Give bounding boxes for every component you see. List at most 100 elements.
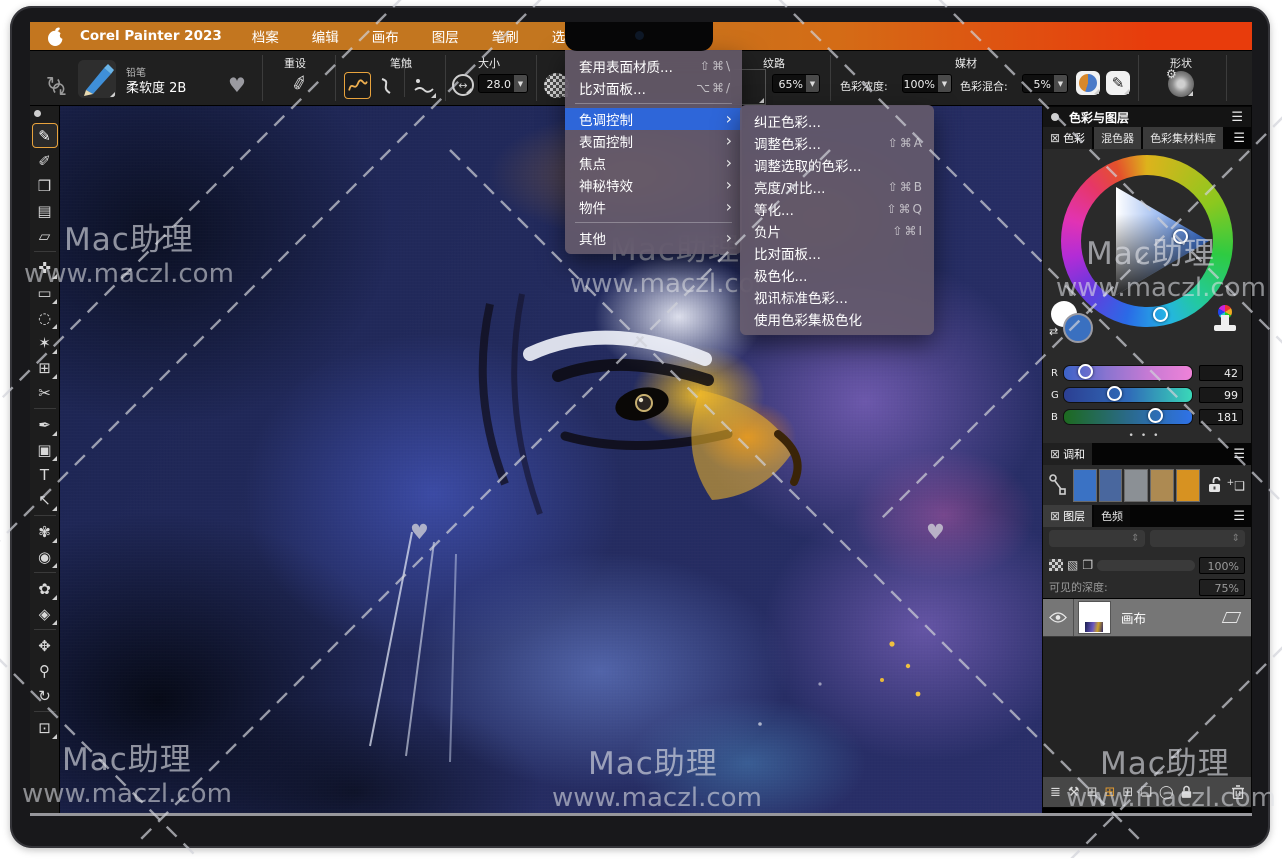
layer-opacity-value[interactable]: 100% <box>1199 557 1245 574</box>
new-group-icon[interactable]: ❏ <box>1140 786 1152 799</box>
blue-value[interactable]: 181 <box>1199 409 1243 425</box>
tool-smart-stroke[interactable]: ✾ <box>32 519 58 544</box>
dropdown-arrow-icon[interactable]: ▼ <box>938 75 951 92</box>
layer-mask-icon[interactable]: ◯ <box>1159 786 1174 799</box>
tool-rect-select[interactable]: ▭ <box>32 280 58 305</box>
tab-color-set[interactable]: 色彩集材料库 <box>1143 127 1223 149</box>
tool-navigator[interactable]: ⊡ <box>32 715 58 740</box>
menu-item-focus[interactable]: 焦点› <box>565 152 742 174</box>
apple-menu-icon[interactable] <box>46 26 66 48</box>
dropdown-arrow-icon[interactable]: ▼ <box>1054 75 1067 92</box>
menu-file[interactable]: 档案 <box>252 26 279 46</box>
unlock-icon[interactable] <box>1208 477 1221 493</box>
blue-slider[interactable] <box>1063 409 1193 425</box>
tool-shape-select[interactable]: ↖ <box>32 487 58 512</box>
submenu-item-match-palette[interactable]: 比对面板... <box>740 242 934 264</box>
red-value[interactable]: 42 <box>1199 365 1243 381</box>
size-icon[interactable]: ↔ <box>452 74 474 96</box>
harmony-swatch[interactable] <box>1150 469 1174 502</box>
color-panel-options-icon[interactable]: ☰ <box>1233 131 1251 146</box>
color-media-icon[interactable] <box>1076 71 1100 95</box>
close-panel-icon[interactable]: ⊠ <box>1050 509 1060 523</box>
close-panel-icon[interactable]: ⊠ <box>1050 447 1060 461</box>
green-slider[interactable] <box>1063 387 1193 403</box>
lock-layer-icon[interactable] <box>1181 785 1192 799</box>
menu-item-other[interactable]: 其他› <box>565 227 742 249</box>
freehand-stroke-button[interactable] <box>344 72 371 99</box>
panel-header[interactable]: 色彩与图层 ☰ <box>1043 107 1251 127</box>
menu-layers[interactable]: 图层 <box>432 26 459 46</box>
tool-pen[interactable]: ✒ <box>32 412 58 437</box>
layer-opacity-slider[interactable] <box>1097 560 1195 571</box>
menu-item-apply-surface-texture[interactable]: 套用表面材质...⇧⌘\ <box>565 55 742 77</box>
layer-row-canvas[interactable]: 画布 <box>1043 599 1251 637</box>
harmony-options-icon[interactable]: ☰ <box>1233 447 1251 462</box>
straight-stroke-button[interactable] <box>374 72 401 99</box>
duplicate-icon[interactable]: ❐ <box>1082 558 1093 572</box>
tool-text[interactable]: T <box>32 462 58 487</box>
menu-item-tonal-control[interactable]: 色调控制› <box>565 108 742 130</box>
tab-channels[interactable]: 色频 <box>1094 505 1130 527</box>
tool-brush[interactable]: ✎ <box>32 123 58 148</box>
hue-selector-knob[interactable] <box>1153 307 1168 322</box>
opacity-value-dropdown[interactable]: 100%▼ <box>902 74 952 93</box>
tool-gradient[interactable]: ▤ <box>32 198 58 223</box>
menu-brushes[interactable]: 笔刷 <box>492 26 519 46</box>
brush-variant-label[interactable]: 柔软度 2B <box>126 77 186 96</box>
new-liquid-ink-layer-icon[interactable]: ⊞ <box>1122 786 1133 799</box>
submenu-item-brightness-contrast[interactable]: 亮度/对比...⇧⌘B <box>740 176 934 198</box>
tool-mirror-painting[interactable]: ✿ <box>32 576 58 601</box>
submenu-item-adjust-selected-colors[interactable]: 调整选取的色彩... <box>740 154 934 176</box>
preserve-transparency-icon[interactable] <box>1049 559 1063 571</box>
tool-perspective[interactable]: ◈ <box>32 601 58 626</box>
restore-default-variant-icon[interactable]: ↻ ↻ <box>46 73 72 99</box>
blend-mode-select[interactable]: ⇕ <box>1049 530 1145 547</box>
tool-crop[interactable]: ✂ <box>32 380 58 405</box>
dynamic-plugins-icon[interactable]: ⚒ <box>1068 786 1080 799</box>
menu-item-match-palette[interactable]: 比对面板...⌥⌘/ <box>565 77 742 99</box>
harmony-swatch[interactable] <box>1124 469 1148 502</box>
tool-magnifier[interactable]: ⚲ <box>32 658 58 683</box>
submenu-item-correct-colors[interactable]: 纠正色彩... <box>740 110 934 132</box>
pickup-underlying-icon[interactable]: ▧ <box>1067 558 1078 572</box>
layers-options-icon[interactable]: ☰ <box>1233 509 1251 524</box>
menu-canvas[interactable]: 画布 <box>372 26 399 46</box>
tool-paint-bucket[interactable]: ❒ <box>32 173 58 198</box>
red-slider[interactable] <box>1063 365 1193 381</box>
new-layer-icon[interactable]: ⊞ <box>1087 786 1098 799</box>
submenu-item-video-legal-colors[interactable]: 视讯标准色彩... <box>740 286 934 308</box>
eye-icon[interactable] <box>1049 612 1067 623</box>
tool-layer-adjuster[interactable]: ✜ <box>32 255 58 280</box>
submenu-item-posterize-using-color-set[interactable]: 使用色彩集极色化 <box>740 308 934 330</box>
green-value[interactable]: 99 <box>1199 387 1243 403</box>
menu-item-surface-control[interactable]: 表面控制› <box>565 130 742 152</box>
menu-item-esoterica[interactable]: 神秘特效› <box>565 174 742 196</box>
submenu-item-equalize[interactable]: 等化...⇧⌘Q <box>740 198 934 220</box>
clone-color-stamp-icon[interactable] <box>1213 305 1237 333</box>
tab-layers[interactable]: ⊠ 图层 <box>1043 505 1092 527</box>
favorite-heart-icon[interactable]: ♥ <box>228 73 246 97</box>
sub-blend-select[interactable]: ⇕ <box>1150 530 1246 547</box>
new-watercolor-layer-icon[interactable]: ⊞ <box>1104 786 1115 799</box>
app-name[interactable]: Corel Painter 2023 <box>80 28 222 44</box>
panel-menu-icon[interactable]: ☰ <box>1231 110 1243 125</box>
dab-shape-icon[interactable]: ⚙ <box>1168 71 1194 97</box>
harmony-swatch[interactable] <box>1176 469 1200 502</box>
tool-magic-wand[interactable]: ✶ <box>32 330 58 355</box>
harmony-link-icon[interactable] <box>1049 474 1067 496</box>
tool-dropper[interactable]: ✐ <box>32 148 58 173</box>
tab-mixer[interactable]: 混色器 <box>1094 127 1141 149</box>
harmony-swatch[interactable] <box>1099 469 1123 502</box>
tool-eraser[interactable]: ▱ <box>32 223 58 248</box>
size-value-dropdown[interactable]: 28.0▼ <box>478 74 528 93</box>
tab-color[interactable]: ⊠ 色彩 <box>1043 127 1092 149</box>
dropdown-arrow-icon[interactable]: ▼ <box>514 75 527 92</box>
triangle-selector-knob[interactable] <box>1173 229 1188 244</box>
brush-selector-thumbnail[interactable] <box>78 60 116 98</box>
submenu-item-adjust-colors[interactable]: 调整色彩...⇧⌘A <box>740 132 934 154</box>
front-color-swatch[interactable] <box>1063 313 1093 343</box>
tool-cloner[interactable]: ◉ <box>32 544 58 569</box>
menu-edit[interactable]: 编辑 <box>312 26 339 46</box>
tool-rotate-page[interactable]: ↻ <box>32 683 58 708</box>
submenu-item-negative[interactable]: 负片⇧⌘I <box>740 220 934 242</box>
